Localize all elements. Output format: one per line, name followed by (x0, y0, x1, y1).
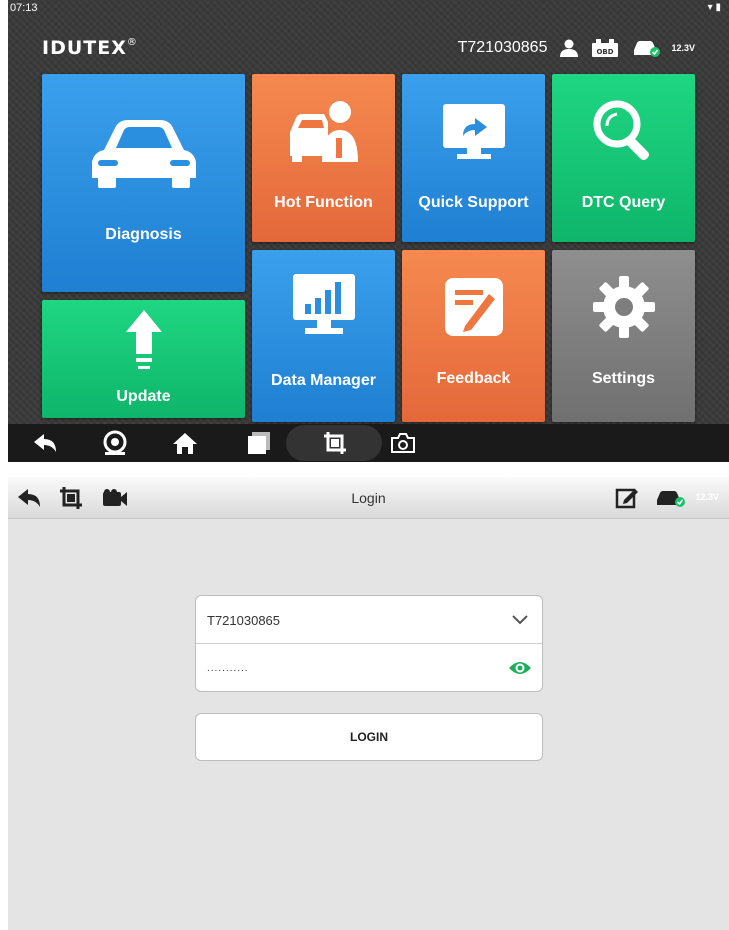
voltage-readout: 12.3V (695, 492, 719, 502)
back-icon[interactable] (30, 428, 60, 458)
brand-name: IDUTEX (42, 37, 127, 59)
tile-diagnosis[interactable]: Diagnosis (42, 74, 245, 292)
magnifier-icon (593, 100, 649, 161)
battery-icon: ▮ (715, 2, 721, 13)
car-wrench-icon (289, 101, 358, 162)
vehicle-connected-icon[interactable] (654, 483, 688, 513)
serial-number: T721030865 (457, 39, 548, 56)
login-form (195, 595, 543, 692)
username-input[interactable] (207, 610, 487, 630)
home-screen: 07:13 ▾ ▮ IDUTEX® T721030865 OBD 12.3V D… (8, 0, 729, 462)
edit-note-icon (444, 278, 503, 336)
tile-data-manager-label: Data Manager (271, 372, 376, 389)
tile-hot-function[interactable]: Hot Function (252, 74, 395, 242)
screenshot-crop-icon[interactable] (320, 428, 350, 458)
brand-registered-mark: ® (126, 37, 138, 48)
recent-apps-icon[interactable] (244, 428, 274, 458)
tile-diagnosis-label: Diagnosis (105, 226, 182, 243)
tile-feedback[interactable]: Feedback (402, 250, 545, 422)
login-toolbar: Login 12.3V (8, 477, 729, 519)
tile-dtc-query-label: DTC Query (581, 194, 666, 211)
wifi-icon: ▾ (707, 2, 713, 13)
brand-logo: IDUTEX® (42, 37, 138, 59)
tile-feedback-label: Feedback (436, 370, 511, 387)
status-bar: 07:13 ▾ ▮ (8, 0, 729, 18)
update-arrow-icon (125, 310, 162, 369)
tile-dtc-query[interactable]: DTC Query (552, 74, 695, 242)
obd-label: OBD (597, 48, 614, 56)
car-icon (91, 120, 196, 188)
bar-chart-icon (292, 274, 355, 334)
user-icon[interactable] (559, 39, 579, 57)
vehicle-connected-icon[interactable] (631, 38, 661, 58)
remote-support-icon (442, 104, 505, 159)
voltage-readout: 12.3V (671, 43, 695, 53)
gear-icon (592, 276, 655, 338)
password-row (196, 644, 542, 692)
status-time: 07:13 (10, 2, 38, 14)
tile-settings-label: Settings (591, 370, 656, 387)
chevron-down-icon[interactable] (508, 608, 532, 632)
login-screen: Login 12.3V LOGIN (8, 477, 729, 930)
obd-icon[interactable]: OBD (591, 38, 619, 58)
password-input[interactable] (207, 658, 487, 678)
tile-settings[interactable]: Settings (552, 250, 695, 422)
tile-quick-support[interactable]: Quick Support (402, 74, 545, 242)
bottom-nav-bar (8, 424, 729, 462)
show-password-eye-icon[interactable] (508, 656, 532, 680)
login-button[interactable]: LOGIN (195, 713, 543, 761)
tile-data-manager[interactable]: Data Manager (252, 250, 395, 422)
tile-quick-support-label: Quick Support (418, 194, 529, 211)
tile-update-label: Update (116, 388, 171, 405)
device-info: T721030865 OBD 12.3V (458, 36, 695, 60)
camera-icon[interactable] (388, 428, 418, 458)
edit-icon[interactable] (612, 483, 642, 513)
home-icon[interactable] (170, 428, 200, 458)
username-row (196, 596, 542, 644)
tile-hot-function-label: Hot Function (274, 194, 373, 211)
tile-update[interactable]: Update (42, 300, 245, 418)
tire-icon[interactable] (100, 428, 130, 458)
